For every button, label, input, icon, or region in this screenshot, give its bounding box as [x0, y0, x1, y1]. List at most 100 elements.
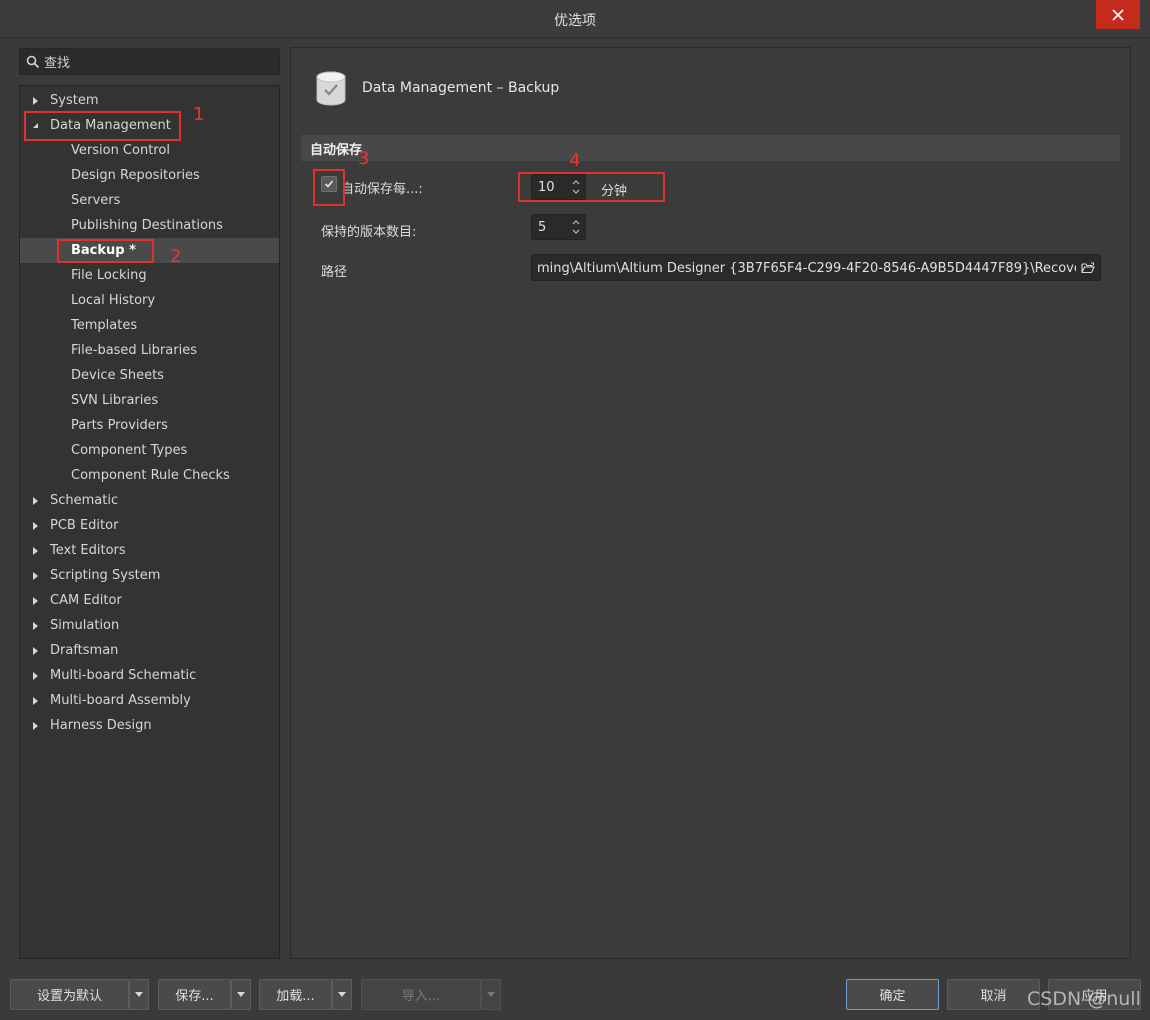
tree-item-label: File-based Libraries: [71, 343, 197, 358]
search-label: 查找: [44, 56, 71, 71]
tree-item-label: PCB Editor: [50, 518, 119, 533]
annotation-box-3: [313, 169, 345, 206]
expand-arrow-right-icon[interactable]: [30, 621, 40, 631]
path-label: 路径: [321, 265, 348, 280]
tree-item-file-locking[interactable]: File Locking: [20, 263, 279, 288]
cancel-label: 取消: [980, 989, 1007, 1004]
tree-item-file-based-libraries[interactable]: File-based Libraries: [20, 338, 279, 363]
caret-down-icon: [237, 992, 245, 997]
tree-item-publishing-destinations[interactable]: Publishing Destinations: [20, 213, 279, 238]
load-label: 加载...: [276, 989, 315, 1004]
tree-item-design-repositories[interactable]: Design Repositories: [20, 163, 279, 188]
versions-stepper[interactable]: 5: [531, 214, 586, 240]
tree-item-svn-libraries[interactable]: SVN Libraries: [20, 388, 279, 413]
expand-arrow-right-icon[interactable]: [30, 96, 40, 106]
tree-item-label: Schematic: [50, 493, 119, 508]
expand-arrow-right-icon[interactable]: [30, 671, 40, 681]
tree-item-pcb-editor[interactable]: PCB Editor: [20, 513, 279, 538]
tree-item-label: File Locking: [71, 268, 147, 283]
tree-item-label: Parts Providers: [71, 418, 168, 433]
stepper-arrows-icon[interactable]: [571, 217, 581, 237]
watermark: CSDN @null: [1027, 988, 1141, 1010]
tree-item-label: Multi-board Schematic: [50, 668, 197, 683]
page-title: Data Management – Backup: [362, 80, 560, 96]
tree-item-label: CAM Editor: [50, 593, 122, 608]
expand-arrow-right-icon[interactable]: [30, 696, 40, 706]
database-icon: [316, 71, 346, 106]
tree-item-label: Text Editors: [50, 543, 126, 558]
tree-item-label: Version Control: [71, 143, 170, 158]
tree-item-label: Device Sheets: [71, 368, 164, 383]
ok-button[interactable]: 确定: [846, 979, 939, 1010]
expand-arrow-right-icon[interactable]: [30, 571, 40, 581]
section-header-autosave: 自动保存: [301, 135, 1120, 161]
tree-item-label: Simulation: [50, 618, 120, 633]
tree-item-multi-board-assembly[interactable]: Multi-board Assembly: [20, 688, 279, 713]
tree-item-text-editors[interactable]: Text Editors: [20, 538, 279, 563]
tree-item-label: Local History: [71, 293, 156, 308]
category-tree: System Data Management Version Control Desi…: [19, 85, 280, 959]
versions-value: 5: [538, 220, 547, 235]
tree-item-label: Templates: [71, 318, 138, 333]
expand-arrow-right-icon[interactable]: [30, 596, 40, 606]
import-dropdown[interactable]: [481, 979, 501, 1010]
tree-item-schematic[interactable]: Schematic: [20, 488, 279, 513]
tree-item-servers[interactable]: Servers: [20, 188, 279, 213]
annotation-number-1: 1: [193, 104, 205, 125]
tree-item-label: Design Repositories: [71, 168, 200, 183]
search-input[interactable]: 查找: [19, 48, 280, 75]
tree-item-device-sheets[interactable]: Device Sheets: [20, 363, 279, 388]
tree-item-label: Servers: [71, 193, 121, 208]
expand-arrow-right-icon[interactable]: [30, 721, 40, 731]
annotation-box-1: [24, 111, 181, 141]
tree-item-harness-design[interactable]: Harness Design: [20, 713, 279, 738]
expand-arrow-right-icon[interactable]: [30, 496, 40, 506]
expand-arrow-right-icon[interactable]: [30, 546, 40, 556]
path-value: ming\Altium\Altium Designer {3B7F65F4-C2…: [537, 261, 1100, 276]
tree-item-version-control[interactable]: Version Control: [20, 138, 279, 163]
tree-item-parts-providers[interactable]: Parts Providers: [20, 413, 279, 438]
tree-item-scripting-system[interactable]: Scripting System: [20, 563, 279, 588]
expand-arrow-right-icon[interactable]: [30, 521, 40, 531]
set-default-button[interactable]: 设置为默认: [10, 979, 129, 1010]
tree-item-label: SVN Libraries: [71, 393, 159, 408]
tree-item-cam-editor[interactable]: CAM Editor: [20, 588, 279, 613]
tree-item-label: Scripting System: [50, 568, 161, 583]
save-dropdown[interactable]: [231, 979, 251, 1010]
caret-down-icon: [487, 992, 495, 997]
tree-item-label: System: [50, 93, 99, 108]
annotation-box-4: [518, 172, 665, 202]
tree-item-templates[interactable]: Templates: [20, 313, 279, 338]
close-icon: [1112, 8, 1124, 21]
close-button[interactable]: [1096, 0, 1140, 29]
save-button[interactable]: 保存...: [158, 979, 231, 1010]
tree-item-draftsman[interactable]: Draftsman: [20, 638, 279, 663]
expand-arrow-right-icon[interactable]: [30, 646, 40, 656]
tree-item-component-rule-checks[interactable]: Component Rule Checks: [20, 463, 279, 488]
annotation-box-2: [57, 239, 154, 263]
tree-item-system[interactable]: System: [20, 88, 279, 113]
tree-item-component-types[interactable]: Component Types: [20, 438, 279, 463]
annotation-number-3: 3: [358, 148, 370, 169]
folder-open-icon: [1081, 262, 1095, 273]
tree-item-label: Component Types: [71, 443, 188, 458]
tree-item-local-history[interactable]: Local History: [20, 288, 279, 313]
set-default-dropdown[interactable]: [129, 979, 149, 1010]
load-button[interactable]: 加载...: [259, 979, 332, 1010]
versions-label: 保持的版本数目:: [321, 225, 417, 240]
tree-item-simulation[interactable]: Simulation: [20, 613, 279, 638]
tree-item-label: Harness Design: [50, 718, 152, 733]
caret-down-icon: [338, 992, 346, 997]
load-dropdown[interactable]: [332, 979, 352, 1010]
title-bar: 优选项: [0, 0, 1150, 38]
tree-item-label: Multi-board Assembly: [50, 693, 191, 708]
import-button[interactable]: 导入...: [361, 979, 481, 1010]
tree-item-label: Component Rule Checks: [71, 468, 230, 483]
set-default-label: 设置为默认: [36, 989, 102, 1004]
tree-item-multi-board-schematic[interactable]: Multi-board Schematic: [20, 663, 279, 688]
import-label: 导入...: [401, 989, 441, 1004]
path-input[interactable]: ming\Altium\Altium Designer {3B7F65F4-C2…: [531, 254, 1101, 281]
browse-folder-button[interactable]: [1076, 255, 1100, 280]
tree-item-label: Publishing Destinations: [71, 218, 223, 233]
search-icon: [26, 55, 40, 68]
